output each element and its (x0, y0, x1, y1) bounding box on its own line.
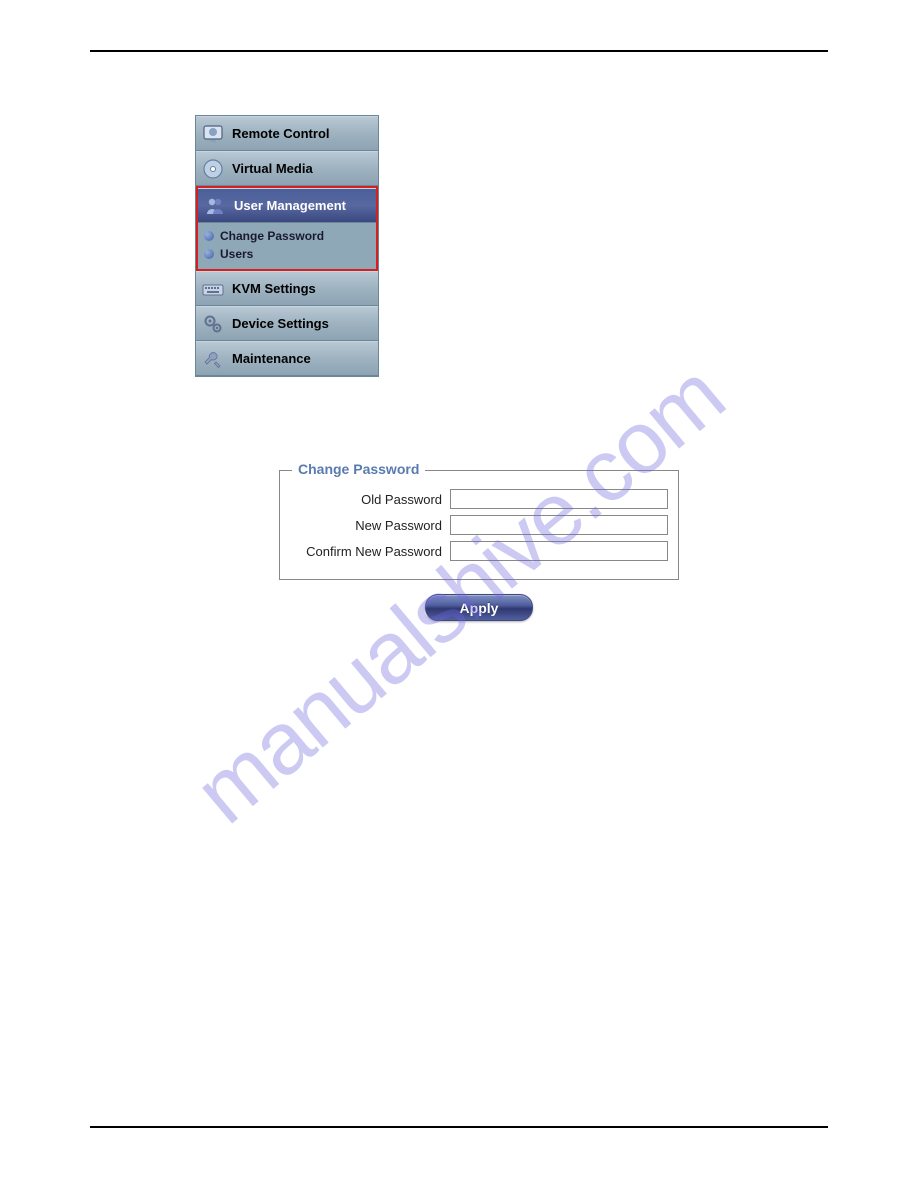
sidebar-item-label: Maintenance (232, 351, 311, 366)
sidebar-item-label: KVM Settings (232, 281, 316, 296)
new-password-label: New Password (290, 518, 450, 533)
old-password-input[interactable] (450, 489, 668, 509)
form-row-confirm-password: Confirm New Password (290, 541, 668, 561)
fieldset-legend: Change Password (292, 461, 425, 477)
apply-button[interactable]: Apply (425, 594, 533, 621)
sidebar-item-remote-control[interactable]: Remote Control (196, 116, 378, 151)
sidebar-nav: Remote Control Virtual Media User Manage… (195, 115, 379, 377)
sidebar-item-user-management[interactable]: User Management (198, 188, 376, 223)
submenu-item-users[interactable]: Users (204, 245, 372, 263)
confirm-password-label: Confirm New Password (290, 544, 450, 559)
fieldset: Change Password Old Password New Passwor… (279, 470, 679, 580)
wrench-icon (200, 346, 226, 372)
bullet-icon (204, 231, 214, 241)
submenu-item-label: Users (220, 247, 253, 261)
sidebar-item-label: Virtual Media (232, 161, 313, 176)
apply-button-wrap: Apply (279, 594, 679, 621)
sidebar-selected-group: User Management (196, 186, 378, 223)
sidebar-item-maintenance[interactable]: Maintenance (196, 341, 378, 376)
new-password-input[interactable] (450, 515, 668, 535)
old-password-label: Old Password (290, 492, 450, 507)
submenu-item-change-password[interactable]: Change Password (204, 227, 372, 245)
keyboard-icon (200, 276, 226, 302)
sidebar-item-device-settings[interactable]: Device Settings (196, 306, 378, 341)
sidebar-item-label: Remote Control (232, 126, 330, 141)
gears-icon (200, 311, 226, 337)
page-bottom-rule (90, 1126, 828, 1128)
sidebar-item-label: Device Settings (232, 316, 329, 331)
sidebar-item-kvm-settings[interactable]: KVM Settings (196, 271, 378, 306)
bullet-icon (204, 249, 214, 259)
disc-icon (200, 156, 226, 182)
sidebar-item-virtual-media[interactable]: Virtual Media (196, 151, 378, 186)
sidebar-submenu: Change Password Users (196, 223, 378, 271)
form-row-new-password: New Password (290, 515, 668, 535)
page-top-rule (90, 50, 828, 52)
sidebar-item-label: User Management (234, 198, 346, 213)
form-row-old-password: Old Password (290, 489, 668, 509)
monitor-icon (200, 121, 226, 147)
users-icon (202, 193, 228, 219)
change-password-form: Change Password Old Password New Passwor… (279, 470, 679, 621)
submenu-item-label: Change Password (220, 229, 324, 243)
confirm-password-input[interactable] (450, 541, 668, 561)
